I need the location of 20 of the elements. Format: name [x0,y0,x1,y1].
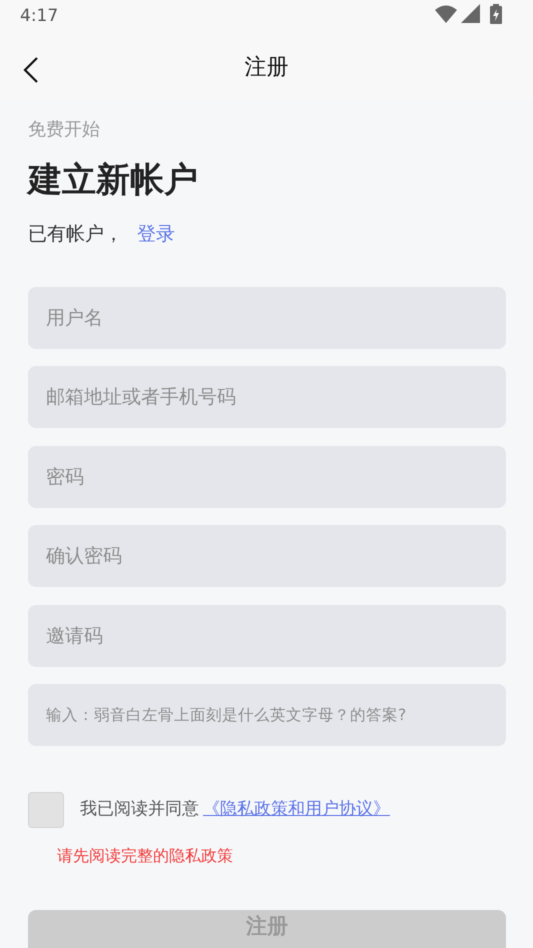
login-link[interactable]: 登录 [137,220,175,248]
status-time: 4:17 [20,5,58,28]
subtitle: 免费开始 [28,118,101,142]
input-field[interactable]: 邮箱地址或者手机号码 [28,366,506,428]
back-icon[interactable] [22,56,40,84]
input-field[interactable]: 输入：弱音白左骨上面刻是什么英文字母？的答案? [28,684,506,746]
agree-checkbox[interactable] [28,792,64,828]
privacy-link[interactable]: 《隐私政策和用户协议》 [203,797,390,823]
agreement-text: 我已阅读并同意 《隐私政策和用户协议》 [80,797,390,823]
page-title: 注册 [244,54,288,82]
have-account-text: 已有帐户， [28,222,123,247]
input-field[interactable]: 确认密码 [28,525,506,587]
error-message: 请先阅读完整的隐私政策 [57,845,234,867]
wifi-icon [435,5,457,23]
heading: 建立新帐户 [28,159,199,202]
battery-icon [489,4,503,24]
signal-icon [461,4,481,24]
input-field[interactable]: 密码 [28,446,506,508]
input-field[interactable]: 邀请码 [28,604,506,666]
input-field[interactable]: 用户名 [28,286,506,348]
